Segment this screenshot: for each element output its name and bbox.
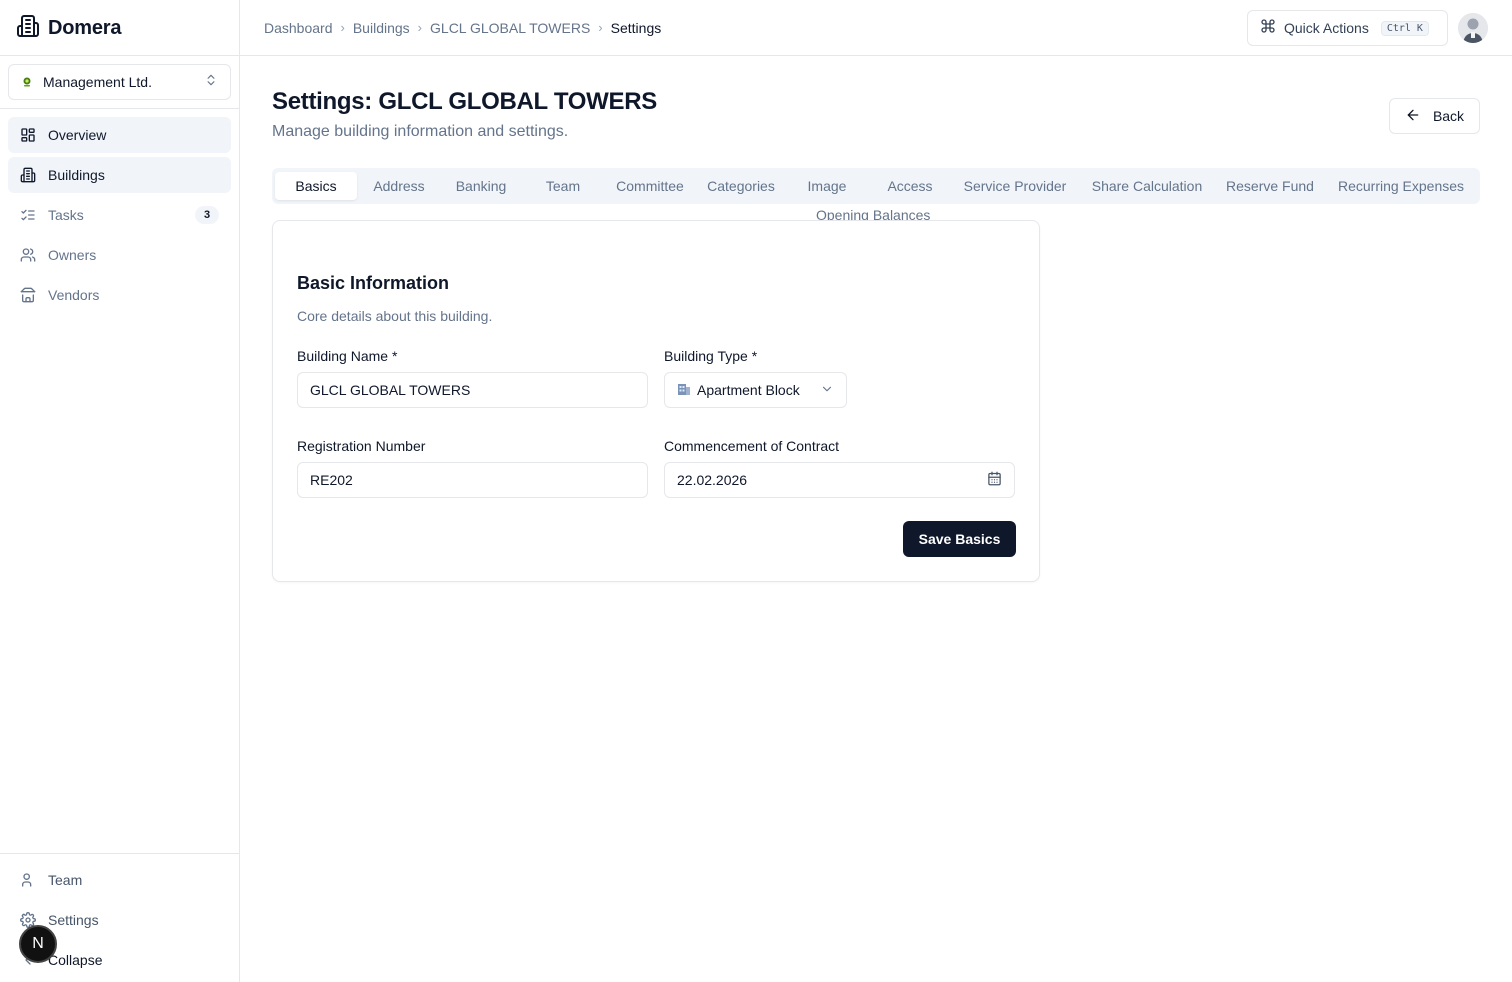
sidebar-item-label: Team: [48, 872, 83, 888]
breadcrumb-current: Settings: [610, 19, 662, 36]
quick-actions-label: Quick Actions: [1284, 20, 1369, 36]
tab-reserve-fund[interactable]: Reserve Fund: [1218, 172, 1322, 200]
org-logo-icon: [21, 76, 33, 88]
sidebar-item-buildings[interactable]: Buildings: [8, 157, 231, 193]
tab-basics[interactable]: Basics: [275, 172, 357, 200]
breadcrumb-item[interactable]: Buildings: [353, 20, 410, 36]
command-icon: [1260, 18, 1276, 39]
breadcrumb-item[interactable]: GLCL GLOBAL TOWERS: [430, 20, 590, 36]
building-icon: [20, 167, 36, 183]
tab-image[interactable]: Image: [788, 172, 866, 200]
tab-categories[interactable]: Categories: [698, 172, 784, 200]
tab-recurring-expenses[interactable]: Recurring Expenses: [1328, 172, 1474, 200]
tab-committee[interactable]: Committee: [608, 172, 692, 200]
page-title: Settings: GLCL GLOBAL TOWERS: [272, 88, 657, 115]
building-type-value: Apartment Block: [697, 382, 800, 398]
commencement-label: Commencement of Contract: [664, 438, 840, 454]
back-button[interactable]: Back: [1389, 98, 1480, 134]
sidebar-item-label: Collapse: [48, 952, 103, 968]
app-logo[interactable]: Domera: [16, 14, 121, 42]
store-icon: [20, 287, 36, 303]
chevron-down-icon: [820, 382, 834, 399]
card-description: Core details about this building.: [297, 308, 493, 324]
sidebar-bottom-nav: Team Settings Collapse: [8, 862, 231, 982]
breadcrumb: Dashboard › Buildings › GLCL GLOBAL TOWE…: [264, 20, 661, 36]
tab-address[interactable]: Address: [360, 172, 438, 200]
top-header: Dashboard › Buildings › GLCL GLOBAL TOWE…: [240, 0, 1512, 56]
layout-grid-icon: [20, 127, 36, 143]
tab-banking[interactable]: Banking: [442, 172, 520, 200]
sidebar-divider: [0, 55, 239, 56]
sidebar-item-owners[interactable]: Owners: [8, 237, 231, 273]
sidebar-nav: Overview Buildings Tasks 3 Owners Vendor…: [8, 117, 231, 317]
registration-number-value: RE202: [310, 472, 353, 488]
sidebar: Domera Management Ltd. Overview Building…: [0, 0, 240, 982]
registration-number-label: Registration Number: [297, 438, 426, 454]
page-subtitle: Manage building information and settings…: [272, 123, 569, 140]
calendar-icon[interactable]: [987, 471, 1002, 489]
dev-tools-badge[interactable]: N: [19, 925, 57, 963]
chevron-right-icon: ›: [417, 20, 423, 35]
building-type-select[interactable]: Apartment Block: [664, 372, 847, 408]
sidebar-item-overview[interactable]: Overview: [8, 117, 231, 153]
commencement-date-value: 22.02.2026: [677, 472, 748, 488]
tab-service-provider[interactable]: Service Provider: [954, 172, 1076, 200]
sidebar-item-label: Overview: [48, 127, 107, 143]
users-icon: [20, 872, 36, 888]
building-logo-icon: [16, 14, 40, 43]
user-avatar[interactable]: [1458, 13, 1488, 43]
keyboard-shortcut: Ctrl K: [1380, 20, 1429, 36]
commencement-date-input[interactable]: 22.02.2026: [664, 462, 1015, 498]
sidebar-item-label: Tasks: [48, 207, 84, 223]
sidebar-divider: [0, 853, 239, 854]
sidebar-divider: [0, 108, 239, 109]
org-name: Management Ltd.: [43, 74, 152, 90]
arrow-left-icon: [1405, 107, 1421, 126]
building-type-label: Building Type *: [664, 348, 758, 364]
chevron-right-icon: ›: [340, 20, 345, 35]
building-name-value: GLCL GLOBAL TOWERS: [310, 382, 471, 398]
sidebar-item-label: Vendors: [48, 287, 100, 303]
breadcrumb-item[interactable]: Dashboard: [264, 20, 333, 36]
sidebar-item-team[interactable]: Team: [8, 862, 231, 898]
building-emoji-icon: [677, 382, 691, 399]
tab-team[interactable]: Team: [524, 172, 602, 200]
chevron-right-icon: ›: [598, 20, 603, 35]
card-title: Basic Information: [297, 273, 450, 293]
save-basics-button[interactable]: Save Basics: [903, 521, 1016, 557]
sidebar-item-vendors[interactable]: Vendors: [8, 277, 231, 313]
list-checks-icon: [20, 207, 36, 223]
chevrons-up-down-icon: [204, 73, 218, 92]
users-icon: [20, 247, 36, 263]
tab-share-calculation[interactable]: Share Calculation: [1082, 172, 1212, 200]
tasks-count-badge: 3: [195, 206, 219, 224]
registration-number-input[interactable]: RE202: [297, 462, 648, 498]
org-switcher[interactable]: Management Ltd.: [8, 64, 231, 100]
sidebar-item-tasks[interactable]: Tasks 3: [8, 197, 231, 233]
sidebar-item-label: Buildings: [48, 167, 105, 183]
tab-access[interactable]: Access: [870, 172, 950, 200]
quick-actions-button[interactable]: Quick Actions Ctrl K: [1247, 10, 1448, 46]
back-button-label: Back: [1432, 108, 1465, 124]
sidebar-item-label: Owners: [48, 247, 97, 263]
settings-tabs: Basics Address Banking Team Committee Ca…: [272, 168, 1480, 204]
basic-information-card: Basic Information Core details about thi…: [272, 220, 1040, 582]
app-name: Domera: [48, 16, 122, 39]
building-name-label: Building Name *: [297, 348, 398, 364]
building-name-input[interactable]: GLCL GLOBAL TOWERS: [297, 372, 648, 408]
sidebar-item-label: Settings: [48, 912, 99, 928]
